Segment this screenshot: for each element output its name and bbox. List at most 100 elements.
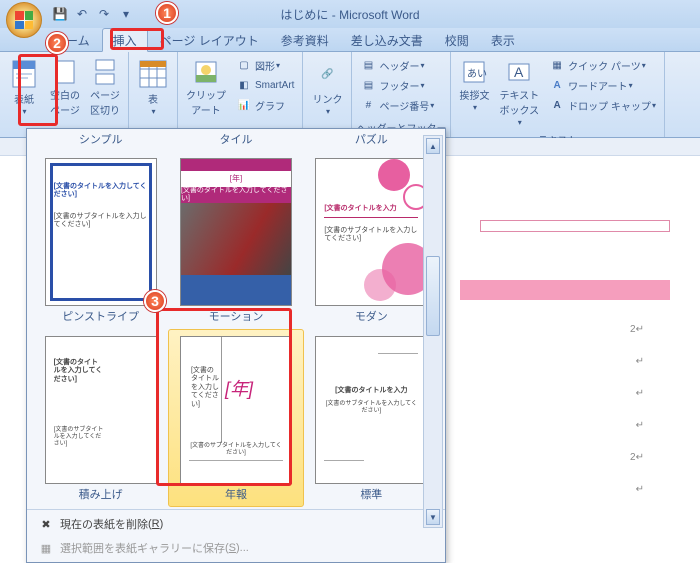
gallery-item-motion[interactable]: [文書のタイトルを入力してください] [年] モーション	[168, 151, 303, 329]
page-break-icon	[91, 58, 119, 86]
page-pink-bar	[460, 280, 670, 300]
table-button[interactable]: 表	[133, 55, 173, 120]
blank-page-icon	[51, 58, 79, 86]
textbox-button[interactable]: A テキスト ボックス	[495, 55, 543, 131]
group-illustrations: クリップ アート ▢図形 ◧SmartArt 📊グラフ	[178, 52, 303, 137]
wordart-button[interactable]: Aワードアート	[545, 75, 660, 95]
chart-button[interactable]: 📊グラフ	[232, 95, 298, 115]
save-icon[interactable]: 💾	[52, 6, 68, 22]
tab-review[interactable]: 校閲	[435, 29, 479, 51]
footer-button[interactable]: ▤フッター	[356, 75, 438, 95]
gallery-menu: ✖ 現在の表紙を削除(R) ▦ 選択範囲を表紙ギャラリーに保存(S)...	[27, 509, 445, 562]
paragraph-mark: ↵	[636, 484, 644, 495]
gallery-header-simple: シンプル	[33, 129, 168, 151]
gallery-item-stack[interactable]: [文書のタイトルを入力してください] [文書のサブタイトルを入力してください] …	[33, 329, 168, 507]
aisatsu-icon: あい	[460, 58, 488, 86]
chart-icon: 📊	[236, 97, 252, 113]
gallery-item-label: ピンストライプ	[62, 306, 139, 326]
menu-save-to-gallery: ▦ 選択範囲を表紙ギャラリーに保存(S)...	[31, 536, 441, 560]
ribbon-tabs: ホーム 挿入 ページ レイアウト 参考資料 差し込み文書 校閲 表示	[0, 28, 700, 52]
gallery-thumb: [文書のタイトルを入力してください] [年] [文書のサブタイトルを入力してくだ…	[180, 336, 292, 484]
group-text: あい 挨拶文 A テキスト ボックス ▦クイック パーツ Aワードアート Aドロ…	[451, 52, 665, 137]
gallery-item-label: 年報	[225, 484, 247, 504]
link-icon: 🔗	[311, 58, 343, 90]
cover-page-gallery: シンプル タイル パズル [文書のタイトルを入力してください] [文書のサブタイ…	[26, 128, 446, 563]
group-links: 🔗 リンク	[303, 52, 352, 137]
ribbon: 表紙 空白の ページ ページ 区切り 表 クリップ アート	[0, 52, 700, 138]
menu-delete-hotkey: R	[152, 518, 160, 530]
page-outline-box	[480, 220, 670, 232]
quickparts-icon: ▦	[549, 57, 565, 73]
menu-delete-cover[interactable]: ✖ 現在の表紙を削除(R)	[31, 512, 441, 536]
paragraph-mark: 2↵	[630, 324, 644, 335]
smartart-label: SmartArt	[255, 80, 294, 91]
titlebar: 💾 ↶ ↷ ▾ はじめに - Microsoft Word	[0, 0, 700, 28]
tab-mailings[interactable]: 差し込み文書	[341, 29, 433, 51]
tab-references[interactable]: 参考資料	[271, 29, 339, 51]
menu-save-label: 選択範囲を表紙ギャラリーに保存	[60, 540, 225, 556]
shapes-button[interactable]: ▢図形	[232, 55, 298, 75]
table-icon	[137, 58, 169, 90]
svg-text:あい: あい	[467, 68, 487, 80]
office-button[interactable]	[6, 2, 42, 38]
page: 2↵ ↵ ↵ ↵ 2↵ ↵	[470, 160, 680, 540]
wordart-label: ワードアート	[568, 78, 627, 93]
page-break-button[interactable]: ページ 区切り	[86, 55, 124, 120]
cover-page-label: 表紙	[14, 91, 34, 106]
paragraph-mark: ↵	[636, 388, 644, 399]
aisatsu-button[interactable]: あい 挨拶文	[455, 55, 493, 116]
menu-save-hotkey: S	[229, 542, 236, 554]
gallery-item-label: モーション	[209, 306, 264, 326]
aisatsu-label: 挨拶文	[459, 87, 489, 102]
group-pages: 表紙 空白の ページ ページ 区切り	[0, 52, 129, 137]
pagenumber-button[interactable]: #ページ番号	[356, 95, 438, 115]
svg-text:A: A	[514, 64, 524, 80]
pagenumber-label: ページ番号	[379, 98, 429, 113]
scroll-up-icon[interactable]: ▲	[426, 138, 440, 154]
clipart-button[interactable]: クリップ アート	[182, 55, 230, 120]
footer-icon: ▤	[360, 77, 376, 93]
shapes-label: 図形	[255, 58, 275, 73]
link-label: リンク	[312, 91, 342, 106]
header-label: ヘッダー	[379, 58, 419, 73]
blank-page-button[interactable]: 空白の ページ	[46, 55, 84, 120]
dropcap-button[interactable]: Aドロップ キャップ	[545, 95, 660, 115]
scroll-thumb[interactable]	[426, 256, 440, 336]
smartart-button[interactable]: ◧SmartArt	[232, 75, 298, 95]
tab-view[interactable]: 表示	[481, 29, 525, 51]
shapes-icon: ▢	[236, 57, 252, 73]
gallery-thumb: [文書のタイトルを入力 [文書のサブタイトルを入力してください]	[315, 336, 427, 484]
quick-access-toolbar: 💾 ↶ ↷ ▾	[52, 6, 134, 22]
scroll-down-icon[interactable]: ▼	[426, 509, 440, 525]
paragraph-mark: 2↵	[630, 452, 644, 463]
chart-label: グラフ	[255, 98, 285, 113]
paragraph-mark: ↵	[636, 356, 644, 367]
menu-delete-label: 現在の表紙を削除	[60, 516, 148, 532]
textbox-label: テキスト ボックス	[499, 87, 539, 117]
link-button[interactable]: 🔗 リンク	[307, 55, 347, 120]
gallery-thumb: [文書のタイトルを入力 [文書のサブタイトルを入力してください]	[315, 158, 427, 306]
group-header-footer: ▤ヘッダー ▤フッター #ページ番号 ヘッダーとフッター	[352, 52, 451, 137]
gallery-scrollbar[interactable]: ▲ ▼	[423, 135, 443, 528]
dropcap-label: ドロップ キャップ	[568, 98, 651, 113]
callout-2: 2	[46, 32, 68, 54]
tab-pagelayout[interactable]: ページ レイアウト	[150, 29, 269, 51]
gallery-item-standard[interactable]: [文書のタイトルを入力 [文書のサブタイトルを入力してください] 標準	[304, 329, 439, 507]
header-button[interactable]: ▤ヘッダー	[356, 55, 438, 75]
qat-customize-icon[interactable]: ▾	[118, 6, 134, 22]
gallery-thumb: [文書のタイトルを入力してください] [年]	[180, 158, 292, 306]
cover-page-button[interactable]: 表紙	[4, 55, 44, 120]
clipart-label: クリップ アート	[186, 87, 226, 117]
redo-icon[interactable]: ↷	[96, 6, 112, 22]
gallery-item-modern[interactable]: [文書のタイトルを入力 [文書のサブタイトルを入力してください] モダン	[304, 151, 439, 329]
quickparts-button[interactable]: ▦クイック パーツ	[545, 55, 660, 75]
undo-icon[interactable]: ↶	[74, 6, 90, 22]
gallery-item-annual[interactable]: [文書のタイトルを入力してください] [年] [文書のサブタイトルを入力してくだ…	[168, 329, 303, 507]
clipart-icon	[192, 58, 220, 86]
textbox-icon: A	[505, 58, 533, 86]
gallery-thumb-year: [年]	[189, 173, 283, 184]
office-logo-icon	[15, 11, 33, 29]
group-tables: 表	[129, 52, 178, 137]
tab-insert[interactable]: 挿入	[102, 28, 148, 52]
footer-label: フッター	[379, 78, 419, 93]
